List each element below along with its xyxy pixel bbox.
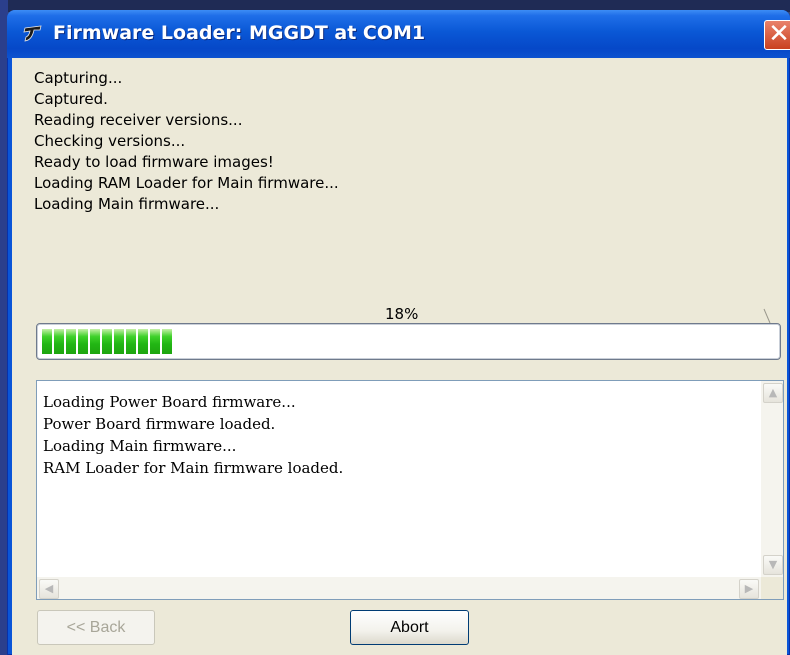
scroll-up-icon[interactable]: ▲ <box>763 383 783 403</box>
status-line: Loading Main firmware... <box>34 195 220 213</box>
scrollbar-corner <box>761 577 783 599</box>
log-line: Loading Main firmware... <box>43 437 237 455</box>
firmware-loader-window: Firmware Loader: MGGDT at COM1 ✕ Capturi… <box>7 10 790 655</box>
log-line: Power Board firmware loaded. <box>43 415 276 433</box>
title-bar[interactable]: Firmware Loader: MGGDT at COM1 ✕ <box>7 10 790 58</box>
progress-segment <box>90 329 100 354</box>
progress-segment <box>78 329 88 354</box>
resize-grip-icon <box>763 308 771 324</box>
progress-segment <box>54 329 64 354</box>
progress-segment <box>114 329 124 354</box>
progress-segment <box>42 329 52 354</box>
log-line: RAM Loader for Main firmware loaded. <box>43 459 344 477</box>
app-logo-icon <box>23 25 42 42</box>
status-line: Reading receiver versions... <box>34 111 243 129</box>
close-button[interactable]: ✕ <box>764 20 790 50</box>
status-messages: Capturing... Captured. Reading receiver … <box>34 68 339 215</box>
progress-bar-fill <box>42 329 172 354</box>
back-button[interactable]: << Back <box>37 610 155 645</box>
log-output[interactable]: Loading Power Board firmware... Power Bo… <box>36 380 784 600</box>
vertical-scrollbar[interactable]: ▲ ▼ <box>761 381 783 577</box>
status-line: Captured. <box>34 90 108 108</box>
log-line: Loading Power Board firmware... <box>43 393 296 411</box>
progress-segment <box>150 329 160 354</box>
window-title: Firmware Loader: MGGDT at COM1 <box>53 22 426 44</box>
scroll-down-icon[interactable]: ▼ <box>763 555 783 575</box>
progress-segment <box>66 329 76 354</box>
progress-percent-label: 18% <box>385 305 419 323</box>
abort-button[interactable]: Abort <box>350 610 469 645</box>
status-line: Loading RAM Loader for Main firmware... <box>34 174 339 192</box>
status-line: Capturing... <box>34 69 123 87</box>
scroll-left-icon[interactable]: ◀ <box>39 579 59 599</box>
horizontal-scrollbar[interactable]: ◀ ▶ <box>37 577 761 599</box>
close-icon: ✕ <box>768 19 790 49</box>
dialog-body: Capturing... Captured. Reading receiver … <box>12 58 787 655</box>
progress-bar <box>36 323 781 360</box>
scroll-right-icon[interactable]: ▶ <box>739 579 759 599</box>
status-line: Checking versions... <box>34 132 186 150</box>
progress-segment <box>102 329 112 354</box>
progress-segment <box>162 329 172 354</box>
status-line: Ready to load firmware images! <box>34 153 274 171</box>
log-text: Loading Power Board firmware... Power Bo… <box>43 391 343 479</box>
progress-segment <box>138 329 148 354</box>
progress-segment <box>126 329 136 354</box>
